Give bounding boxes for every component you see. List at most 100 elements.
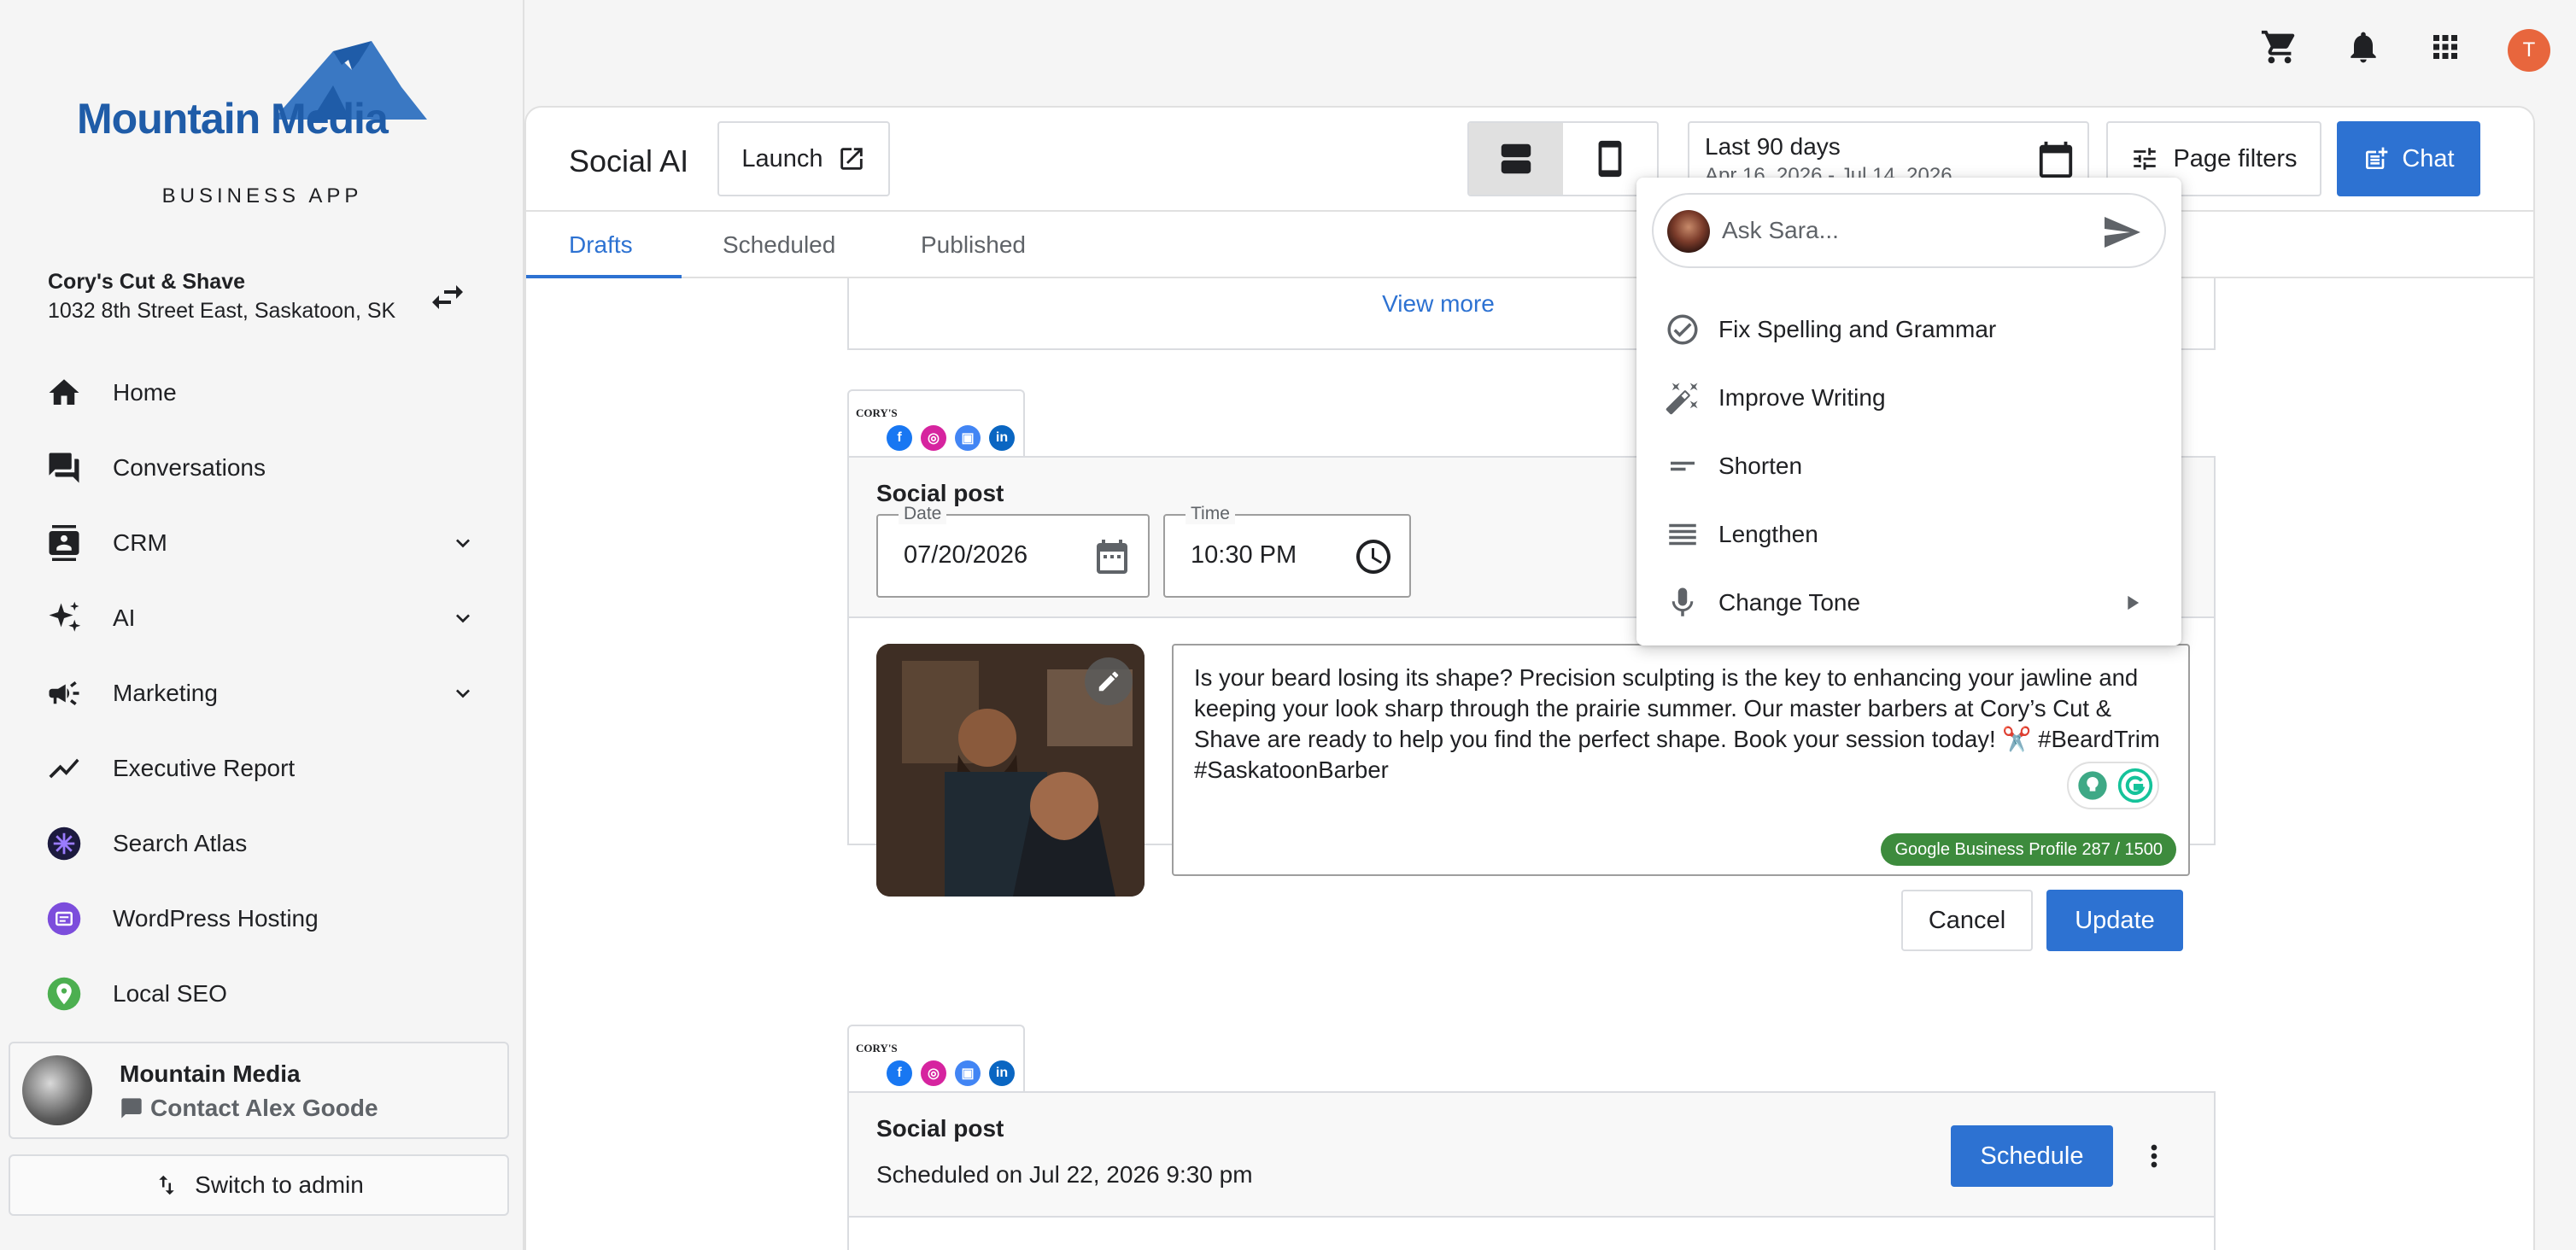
post-account-strip: CORY'S f ◎ ▣ in	[847, 1025, 1025, 1091]
send-icon[interactable]	[2101, 212, 2142, 253]
chevron-down-icon[interactable]	[449, 605, 477, 632]
apps-grid-icon[interactable]	[2424, 26, 2467, 68]
calendar-icon[interactable]	[1092, 536, 1133, 577]
menu-item-fix-spelling[interactable]: Fix Spelling and Grammar	[1636, 295, 2181, 364]
more-options-icon[interactable]	[2134, 1136, 2175, 1177]
date-range-label: Last 90 days	[1705, 133, 1841, 160]
sidebar-item-label: Marketing	[113, 680, 218, 706]
menu-item-lengthen[interactable]: Lengthen	[1636, 500, 2181, 569]
sidebar-item-conversations[interactable]: Conversations	[0, 430, 524, 505]
date-field[interactable]: Date 07/20/2026	[876, 504, 1150, 598]
smartphone-icon	[1598, 140, 1622, 178]
user-avatar[interactable]: T	[2508, 29, 2550, 72]
post-card-header: Social post Scheduled on Jul 22, 2026 9:…	[849, 1093, 2214, 1218]
menu-item-improve-writing[interactable]: Improve Writing	[1636, 364, 2181, 432]
menu-item-label: Change Tone	[1718, 589, 1861, 616]
contact-label: Contact Alex Goode	[150, 1095, 378, 1121]
home-icon	[44, 373, 84, 412]
sidebar-item-wordpress-hosting[interactable]: WordPress Hosting	[0, 881, 524, 956]
edit-image-icon[interactable]	[1085, 657, 1133, 705]
conversations-icon	[44, 448, 84, 488]
page-filters-label: Page filters	[2173, 144, 2298, 172]
trend-icon	[44, 749, 84, 788]
wordpress-hosting-icon	[44, 899, 84, 938]
ask-sara-input-box[interactable]: Ask Sara...	[1652, 193, 2166, 268]
google-business-icon: ▣	[955, 1060, 981, 1086]
post-image-barber[interactable]	[876, 644, 1145, 897]
open-external-icon	[840, 148, 863, 170]
notifications-bell-icon[interactable]	[2342, 26, 2385, 68]
submenu-arrow-icon	[2128, 595, 2140, 610]
sidebar-item-marketing[interactable]: Marketing	[0, 656, 524, 731]
tab-drafts[interactable]: Drafts	[569, 212, 633, 278]
sidebar-item-label: CRM	[113, 529, 167, 556]
tab-scheduled[interactable]: Scheduled	[723, 212, 835, 278]
mountain-media-logo[interactable]: Mountain Media	[77, 34, 453, 154]
magic-wand-icon	[1664, 379, 1701, 417]
time-value: 10:30 PM	[1191, 541, 1297, 569]
desktop-view-button[interactable]	[1469, 123, 1563, 195]
linkedin-icon: in	[989, 1060, 1015, 1086]
sidebar-item-local-seo[interactable]: Local SEO	[0, 956, 524, 1031]
launch-button[interactable]: Launch	[717, 121, 890, 196]
long-lines-icon	[1664, 516, 1701, 553]
update-button[interactable]: Update	[2046, 890, 2183, 951]
chat-label: Chat	[2402, 144, 2455, 172]
chevron-down-icon[interactable]	[449, 680, 477, 707]
sidebar-item-label: Conversations	[113, 454, 266, 481]
contact-link[interactable]: Contact Alex Goode	[120, 1095, 378, 1122]
post-text: Is your beard losing its shape? Precisio…	[1194, 664, 2160, 783]
megaphone-icon	[44, 674, 84, 713]
view-more-link[interactable]: View more	[849, 290, 1618, 318]
sidebar-item-label: Home	[113, 379, 177, 406]
post-text-area[interactable]: Is your beard losing its shape? Precisio…	[1172, 644, 2190, 876]
partner-contact-card[interactable]: Mountain Media Contact Alex Goode	[9, 1042, 509, 1139]
logo-text: Mountain Media	[77, 95, 389, 143]
switch-to-admin-button[interactable]: Switch to admin	[9, 1154, 509, 1216]
instagram-icon: ◎	[921, 425, 946, 451]
corys-logo-icon: CORY'S	[856, 1042, 898, 1054]
sidebar-item-label: WordPress Hosting	[113, 905, 319, 932]
chevron-down-icon[interactable]	[449, 529, 477, 557]
sidebar-item-executive-report[interactable]: Executive Report	[0, 731, 524, 806]
lightbulb-icon	[2078, 771, 2107, 800]
sidebar-item-crm[interactable]: CRM	[0, 505, 524, 581]
post-account-strip: CORY'S f ◎ ▣ in	[847, 389, 1025, 456]
business-name: Cory's Cut & Shave	[48, 270, 246, 294]
search-atlas-icon	[44, 824, 84, 863]
cancel-button[interactable]: Cancel	[1901, 890, 2033, 951]
sidebar-item-label: AI	[113, 605, 136, 631]
menu-item-shorten[interactable]: Shorten	[1636, 432, 2181, 500]
tab-published[interactable]: Published	[921, 212, 1026, 278]
menu-item-label: Improve Writing	[1718, 384, 1886, 411]
sidebar-item-search-atlas[interactable]: Search Atlas	[0, 806, 524, 881]
sidebar: Mountain Media BUSINESS APP Cory's Cut &…	[0, 0, 524, 1250]
sidebar-item-home[interactable]: Home	[0, 355, 524, 430]
grammarly-icon	[2117, 768, 2153, 803]
chat-bubble-icon	[121, 1098, 142, 1119]
ask-sara-input[interactable]: Ask Sara...	[1722, 217, 1839, 244]
sidebar-item-label: Local SEO	[113, 980, 227, 1007]
partner-avatar	[22, 1055, 92, 1125]
crm-icon	[44, 523, 84, 563]
menu-item-change-tone[interactable]: Change Tone	[1636, 569, 2181, 637]
clock-icon[interactable]	[1353, 536, 1394, 577]
menu-item-label: Fix Spelling and Grammar	[1718, 316, 1997, 342]
date-value: 07/20/2026	[904, 541, 1028, 569]
sidebar-nav: Home Conversations CRM AI Marketing Exec…	[0, 355, 524, 1031]
menu-item-label: Shorten	[1718, 453, 1803, 479]
schedule-button[interactable]: Schedule	[1951, 1125, 2113, 1187]
business-address: 1032 8th Street East, Saskatoon, SK	[48, 299, 396, 323]
grammarly-widget[interactable]	[2067, 762, 2159, 809]
switch-business-icon[interactable]	[427, 277, 468, 318]
social-post-card-scheduled: Social post Scheduled on Jul 22, 2026 9:…	[847, 1091, 2216, 1250]
linkedin-icon: in	[989, 425, 1015, 451]
time-field[interactable]: Time 10:30 PM	[1163, 504, 1411, 598]
date-label: Date	[899, 504, 947, 524]
facebook-icon: f	[887, 425, 912, 451]
cart-icon[interactable]	[2258, 26, 2301, 68]
page-title: Social AI	[569, 143, 689, 178]
chat-button[interactable]: Chat	[2337, 121, 2480, 196]
main-panel: Social AI Launch Last 90 days Apr 16, 20…	[524, 106, 2535, 1250]
sidebar-item-ai[interactable]: AI	[0, 581, 524, 656]
